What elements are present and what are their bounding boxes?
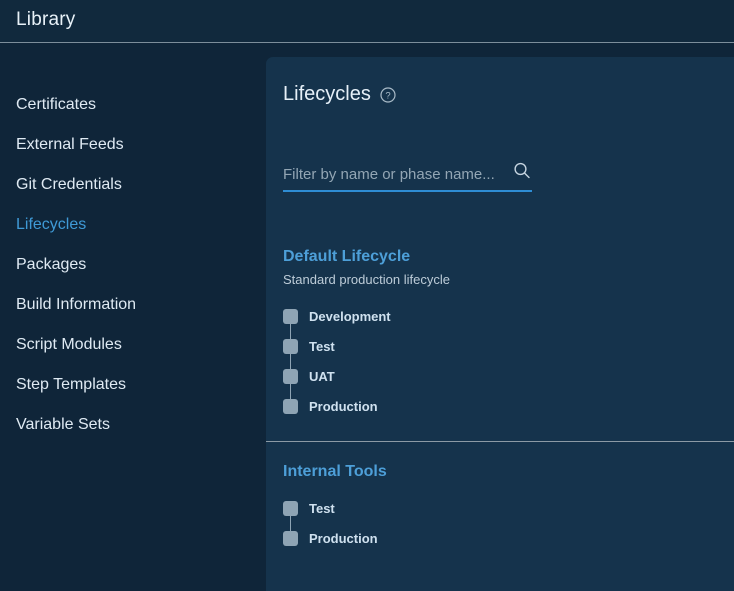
sidebar-item-external-feeds[interactable]: External Feeds: [0, 125, 266, 165]
phase-item: Test: [283, 331, 717, 369]
phase-label: Production: [309, 530, 378, 546]
phase-marker-icon: [283, 530, 298, 546]
phase-marker-icon: [283, 398, 298, 414]
phase-marker-icon: [283, 500, 298, 531]
sidebar-item-step-templates[interactable]: Step Templates: [0, 365, 266, 405]
phase-item: Production: [283, 391, 717, 421]
phase-marker-icon: [283, 368, 298, 399]
body-area: Certificates External Feeds Git Credenti…: [0, 43, 734, 591]
phase-marker-icon: [283, 338, 298, 369]
phase-label: Production: [309, 398, 378, 414]
sidebar-item-certificates[interactable]: Certificates: [0, 85, 266, 125]
sidebar: Certificates External Feeds Git Credenti…: [0, 43, 266, 591]
content-panel: Lifecycles ? Default Lifecycle St: [266, 57, 734, 591]
panel-title: Lifecycles: [283, 83, 371, 105]
phase-item: Development: [283, 301, 717, 339]
panel-header: Lifecycles ?: [283, 83, 396, 106]
lifecycle-description: Standard production lifecycle: [283, 272, 450, 287]
phase-label: UAT: [309, 368, 335, 384]
lifecycle-card: Internal Tools Test Production: [266, 441, 734, 573]
sidebar-nav: Certificates External Feeds Git Credenti…: [0, 85, 266, 445]
phase-marker-icon: [283, 308, 298, 339]
sidebar-item-git-credentials[interactable]: Git Credentials: [0, 165, 266, 205]
phase-label: Test: [309, 338, 335, 354]
filter-field: [283, 161, 532, 192]
sidebar-item-lifecycles[interactable]: Lifecycles: [0, 205, 266, 245]
sidebar-item-build-information[interactable]: Build Information: [0, 285, 266, 325]
phase-item: Test: [283, 493, 717, 531]
page-title: Library: [16, 9, 76, 30]
app-header: Library: [0, 0, 734, 43]
lifecycle-list: Default Lifecycle Standard production li…: [266, 227, 734, 573]
lifecycle-card: Default Lifecycle Standard production li…: [266, 227, 734, 441]
phase-item: UAT: [283, 361, 717, 399]
sidebar-item-variable-sets[interactable]: Variable Sets: [0, 405, 266, 445]
phase-label: Test: [309, 500, 335, 516]
phase-list: Development Test UAT Production: [283, 301, 717, 421]
sidebar-item-packages[interactable]: Packages: [0, 245, 266, 285]
phase-list: Test Production: [283, 493, 717, 553]
phase-item: Production: [283, 523, 717, 553]
phase-label: Development: [309, 308, 391, 324]
search-icon[interactable]: [512, 161, 532, 181]
lifecycle-name-link[interactable]: Default Lifecycle: [283, 248, 410, 266]
lifecycle-name-link[interactable]: Internal Tools: [283, 463, 387, 481]
help-circle-icon[interactable]: ?: [380, 86, 396, 103]
sidebar-item-script-modules[interactable]: Script Modules: [0, 325, 266, 365]
svg-text:?: ?: [385, 90, 390, 101]
search-input[interactable]: [283, 161, 505, 188]
